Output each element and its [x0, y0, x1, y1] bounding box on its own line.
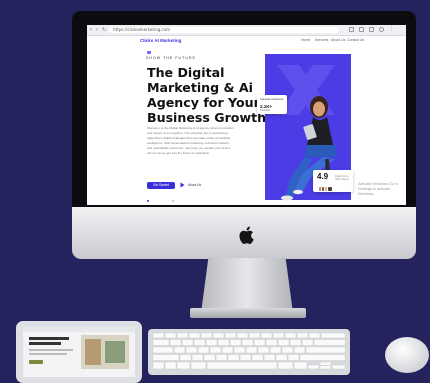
hero-headline: The Digital Marketing & Ai Agency for Yo…: [147, 65, 267, 125]
ipad-screen: [23, 327, 135, 377]
avatar: [327, 186, 333, 192]
success-customer-card: Success Customer 2.1K+ Satisfied: [257, 95, 287, 114]
address-bar[interactable]: https://clickaimarketing.com: [109, 27, 339, 33]
ipad-website-preview: [23, 327, 135, 369]
site-logo[interactable]: Clicks AI Marketing: [140, 38, 181, 43]
apple-logo-icon: [239, 226, 254, 244]
profile-icon[interactable]: [379, 27, 384, 32]
more-menu-icon[interactable]: ⋮: [389, 27, 394, 32]
slider-dot[interactable]: [147, 200, 149, 202]
hero-paragraph: Welcome to the Digital Marketing & Ai ag…: [147, 126, 234, 155]
play-icon[interactable]: [180, 182, 185, 188]
accent-mark: [147, 51, 151, 54]
bookmark-icon[interactable]: [369, 27, 374, 32]
about-us-link[interactable]: About Us: [188, 183, 201, 187]
rating-value: 4.9: [317, 172, 329, 181]
rating-subtitle: Rating from 450+ clients: [335, 175, 349, 181]
slider-dot[interactable]: [172, 200, 174, 202]
customer-card-subtitle: Satisfied: [260, 109, 270, 112]
browser-toolbar: ‹ › ↻ https://clickaimarketing.com ⋮: [87, 25, 406, 36]
extension-icon[interactable]: [349, 27, 354, 32]
imac-screen: ‹ › ↻ https://clickaimarketing.com ⋮ Cli…: [87, 25, 406, 205]
nav-contact[interactable]: Contact Us: [347, 38, 364, 42]
get-started-button[interactable]: Get Started: [147, 182, 175, 189]
nav-about[interactable]: About Us: [331, 38, 345, 42]
forward-arrow-icon[interactable]: ›: [96, 27, 98, 33]
eyebrow-text: SHOW THE FUTURE: [146, 56, 196, 60]
back-arrow-icon[interactable]: ‹: [90, 27, 92, 33]
extension-icon[interactable]: [359, 27, 364, 32]
imac-stand-base: [190, 308, 306, 318]
rating-card: 4.9 Rating from 450+ clients: [313, 170, 353, 192]
nav-home[interactable]: Home: [301, 38, 310, 42]
reload-icon[interactable]: ↻: [102, 27, 106, 33]
activate-windows-watermark: Activate Windows Go to Settings to activ…: [358, 182, 399, 196]
keyboard-keys: [153, 333, 345, 370]
imac-stand: [201, 258, 293, 313]
magic-mouse: [385, 337, 429, 373]
nav-services[interactable]: Services: [315, 38, 328, 42]
customer-card-title: Success Customer: [260, 97, 284, 101]
